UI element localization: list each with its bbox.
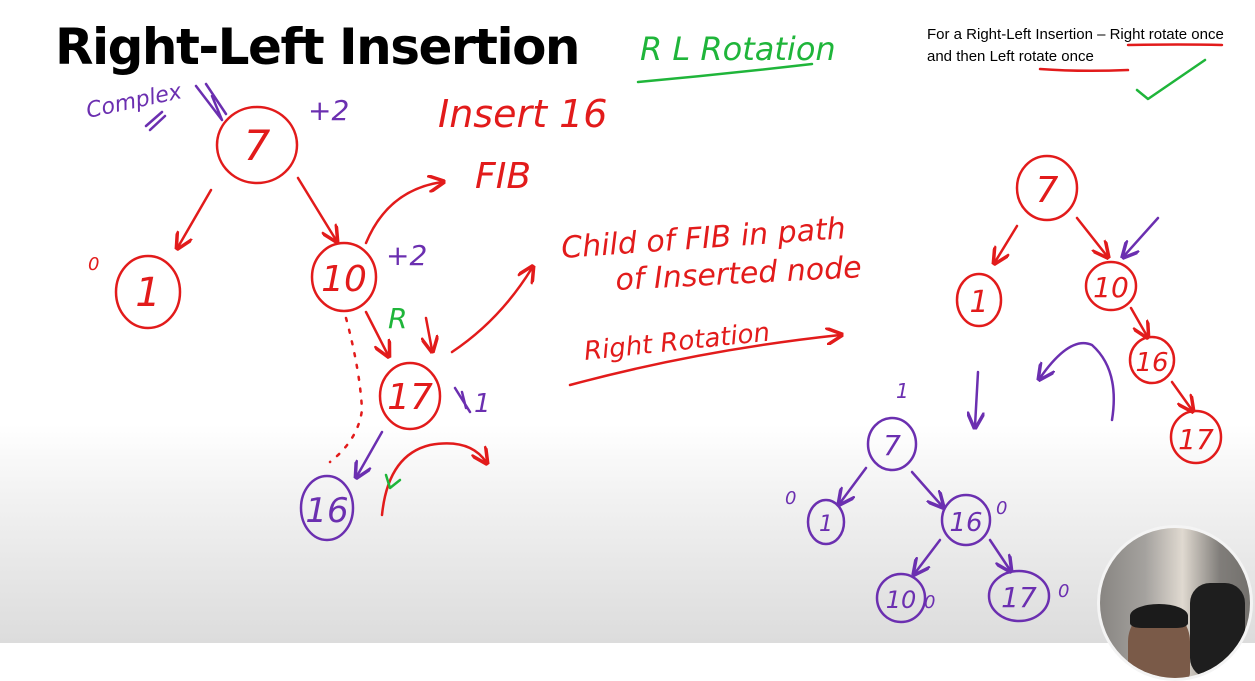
edge-rot-16-to-17 — [1170, 380, 1192, 410]
node-10-label: 10 — [321, 259, 367, 300]
edge-7-to-1 — [178, 188, 213, 247]
node-7-rotated-label: 7 — [1036, 170, 1059, 211]
rl-rotation-heading: R L Rotation — [640, 30, 836, 68]
webcam-person-hair — [1130, 604, 1188, 628]
edge-bal-16-to-10 — [915, 538, 942, 573]
down-arrow-icon — [975, 370, 978, 426]
node-10-balanced-label: 10 — [886, 586, 917, 614]
right-rotate-underline — [1126, 43, 1224, 47]
r-mark: R — [388, 302, 407, 335]
balance-factor-ten-final: 0 — [924, 592, 935, 613]
rotated-pointer-arrow — [1124, 216, 1160, 256]
original-tree: 7 +2 1 0 10 +2 R 17 1 16 — [88, 94, 532, 542]
node-16-rotated-label: 16 — [1135, 348, 1168, 378]
node-1-rotated-label: 1 — [969, 285, 988, 320]
edge-bal-7-to-1 — [840, 466, 868, 503]
edge-rot-7-to-10 — [1075, 216, 1107, 256]
node-16-balanced-label: 16 — [949, 508, 982, 538]
node-1-label: 1 — [135, 270, 160, 316]
node-17-rotated-label: 17 — [1178, 423, 1214, 456]
edge-7-to-10 — [296, 176, 336, 240]
left-rotate-underline — [1038, 67, 1130, 73]
balance-factor-one-final: 0 — [785, 488, 796, 509]
webcam-overlay — [1097, 525, 1253, 681]
edge-bal-7-to-16 — [910, 470, 942, 506]
edge-10-to-17 — [364, 310, 388, 355]
edge-rot-10-to-16 — [1129, 306, 1147, 336]
complex-underline-marks — [144, 110, 167, 132]
balanced-tree: 1 7 0 1 16 0 10 0 17 0 — [785, 379, 1069, 624]
node-7-balanced-label: 7 — [883, 429, 901, 462]
edge-17-to-16 — [357, 430, 384, 476]
edge-rot-7-to-1 — [995, 224, 1019, 262]
whiteboard-canvas: R L Rotation Complex Insert 16 FIB 7 +2 … — [84, 30, 1224, 624]
node-1-balanced-label: 1 — [819, 512, 833, 537]
left-rotation-arc-arrow — [1040, 341, 1116, 422]
fib-pointer-arrow — [364, 182, 442, 245]
node-17-balanced-label: 17 — [1001, 581, 1037, 614]
edge-10-to-17-second — [426, 316, 432, 350]
node-17-label: 17 — [387, 377, 433, 418]
child-of-fib-arrow — [450, 268, 532, 354]
edge-bal-16-to-17 — [988, 538, 1010, 570]
balance-factor-strikeout — [453, 386, 472, 414]
node-7-label: 7 — [244, 121, 271, 170]
pointer-arrow-icon — [194, 82, 228, 122]
balance-factor-sixteen-final: 0 — [996, 498, 1007, 519]
webcam-chair — [1190, 583, 1245, 678]
balance-factor-seven-final: 1 — [896, 379, 909, 403]
dotted-path — [328, 316, 364, 464]
node-10-rotated-label: 10 — [1093, 271, 1129, 304]
rotation-arc-arrow — [380, 442, 486, 517]
balance-factor-one: 0 — [88, 254, 99, 275]
balance-factor-ten: +2 — [386, 239, 427, 272]
balance-factor-seventeen-final: 0 — [1058, 581, 1069, 602]
rotated-tree: 7 1 10 16 17 — [955, 154, 1223, 465]
checkmark-icon — [1135, 58, 1207, 101]
insert-label: Insert 16 — [438, 92, 607, 136]
balance-factor-root: +2 — [308, 94, 349, 127]
complex-note: Complex — [84, 79, 185, 124]
fib-label: FIB — [475, 156, 531, 197]
node-16-label: 16 — [305, 491, 348, 531]
balance-factor-seventeen: 1 — [474, 389, 491, 419]
